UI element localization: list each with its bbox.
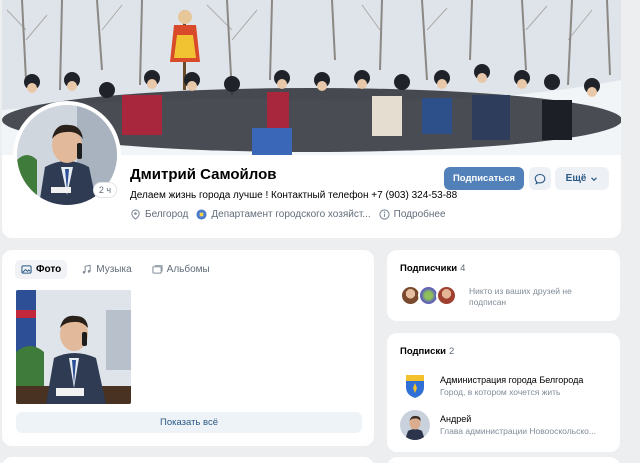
photos-card: Фото Музыка Альбомы Показать всё <box>2 250 374 446</box>
music-icon <box>83 264 91 274</box>
list-item[interactable]: Администрация города Белгорода Город, в … <box>400 371 610 401</box>
subscription-text: Андрей Глава администрации Новооскольско… <box>440 414 610 436</box>
photo-thumbnail[interactable] <box>16 290 131 404</box>
profile-meta: Белгород Департамент городского хозяйст.… <box>130 207 446 221</box>
tab-photos-label: Фото <box>36 264 62 275</box>
subscribers-card[interactable]: Подписчики 4 Никто из ваших друзей не под… <box>387 250 620 321</box>
photo-thumbnail-image <box>16 290 131 404</box>
city-label: Белгород <box>145 208 189 220</box>
more-button[interactable]: Ещё <box>555 167 609 190</box>
subscriptions-title[interactable]: Подписки 2 <box>400 346 454 357</box>
more-label: Ещё <box>565 173 587 184</box>
next-card-edge <box>387 457 620 463</box>
friends-note: Никто из ваших друзей не подписан <box>469 286 572 307</box>
city-coat-of-arms-icon <box>400 371 430 401</box>
tab-music-label: Музыка <box>96 264 132 275</box>
tab-albums[interactable]: Альбомы <box>146 260 216 279</box>
subscribers-title-label: Подписчики <box>400 263 458 274</box>
subscriber-avatars <box>400 285 457 306</box>
details-link[interactable]: Подробнее <box>379 209 446 220</box>
info-icon <box>379 208 390 220</box>
message-button[interactable] <box>529 167 551 190</box>
next-card-edge <box>2 457 374 463</box>
avatar <box>400 410 430 440</box>
subscribers-title: Подписчики 4 <box>400 263 465 274</box>
tab-albums-label: Альбомы <box>166 264 210 275</box>
subscriptions-card: Подписки 2 Администрация города Белгорода… <box>387 333 620 452</box>
workplace-label: Департамент городского хозяйст... <box>211 208 371 220</box>
subscriptions-title-label: Подписки <box>400 346 446 357</box>
details-label: Подробнее <box>393 208 446 220</box>
city-link[interactable]: Белгород <box>130 209 188 220</box>
profile-header: 2 ч Дмитрий Самойлов Делаем жизнь города… <box>2 0 621 238</box>
coat-of-arms-icon <box>406 375 424 398</box>
subscribers-count: 4 <box>460 263 466 274</box>
subscriptions-count: 2 <box>449 346 455 357</box>
online-badge: 2 ч <box>94 183 116 197</box>
subscription-desc: Глава администрации Новооскольско... <box>440 426 596 436</box>
person-avatar <box>400 410 430 440</box>
profile-name: Дмитрий Самойлов <box>130 166 277 183</box>
location-icon <box>131 208 140 220</box>
media-tabs: Фото Музыка Альбомы <box>15 260 216 279</box>
tab-music[interactable]: Музыка <box>75 260 137 279</box>
avatar[interactable] <box>436 285 457 306</box>
workplace-link[interactable]: Департамент городского хозяйст... <box>196 208 371 220</box>
subscription-title: Андрей <box>440 414 472 424</box>
list-item[interactable]: Андрей Глава администрации Новооскольско… <box>400 410 610 440</box>
message-icon <box>534 173 546 185</box>
workplace-logo-icon <box>196 208 207 220</box>
subscription-desc: Город, в котором хочется жить <box>440 387 561 397</box>
subscription-text: Администрация города Белгорода Город, в … <box>440 375 610 397</box>
subscription-title: Администрация города Белгорода <box>440 375 584 385</box>
subscribe-button[interactable]: Подписаться <box>444 167 524 190</box>
show-all-button[interactable]: Показать всё <box>16 412 362 433</box>
profile-status: Делаем жизнь города лучше ! Контактный т… <box>130 190 458 201</box>
photo-icon <box>21 265 32 274</box>
chevron-down-icon <box>591 176 598 181</box>
album-icon <box>152 265 163 274</box>
tab-photos[interactable]: Фото <box>15 260 68 279</box>
